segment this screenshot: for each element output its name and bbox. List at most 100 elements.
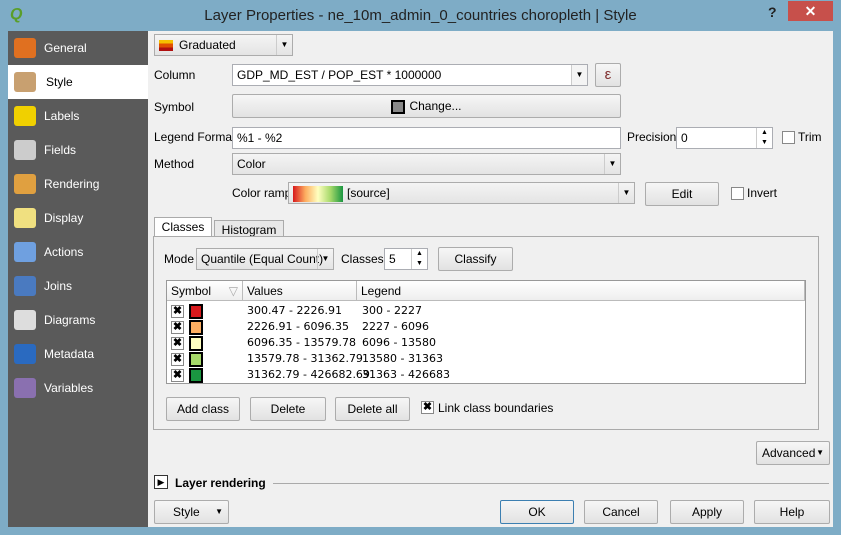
color-ramp-value: [source] <box>347 186 390 200</box>
sidebar: General Style Labels Fields Rendering Display… <box>8 31 148 527</box>
table-row[interactable]: ✖ 6096.35 - 13579.78 6096 - 13580 <box>167 335 805 351</box>
layer-rendering-header[interactable]: Layer rendering <box>175 473 266 493</box>
help-title-button[interactable]: ? <box>768 4 777 20</box>
class-visible-checkbox[interactable]: ✖ <box>171 321 184 334</box>
chevron-down-icon: ▼ <box>604 154 620 174</box>
sidebar-item-labels[interactable]: Labels <box>8 99 148 133</box>
change-symbol-button[interactable]: Change... <box>232 94 621 118</box>
method-value: Color <box>237 157 266 171</box>
header-symbol-label: Symbol <box>171 284 212 298</box>
header-values[interactable]: Values <box>243 281 357 301</box>
sidebar-item-style[interactable]: Style <box>8 65 148 99</box>
edit-ramp-button[interactable]: Edit <box>645 182 719 206</box>
sidebar-item-label: Metadata <box>44 347 95 361</box>
cancel-button[interactable]: Cancel <box>584 500 658 524</box>
add-class-button[interactable]: Add class <box>166 397 240 421</box>
class-color-swatch[interactable] <box>189 352 203 367</box>
paintbrush-icon <box>14 72 36 92</box>
sidebar-item-variables[interactable]: Variables <box>8 371 148 405</box>
classes-spinbox[interactable]: 5 ▲ ▼ <box>384 248 428 270</box>
chevron-down-icon: ▼ <box>571 65 587 85</box>
sidebar-item-label: General <box>44 41 87 55</box>
class-color-swatch[interactable] <box>189 368 203 383</box>
invert-label: Invert <box>747 186 778 200</box>
legend-format-input[interactable]: %1 - %2 <box>232 127 621 149</box>
classes-table: Symbol ▽ Values Legend ✖ 300.47 - 2226.91 3… <box>166 280 806 384</box>
column-label: Column <box>154 68 196 82</box>
precision-spinbox[interactable]: 0 ▲ ▼ <box>676 127 773 149</box>
class-values[interactable]: 6096.35 - 13579.78 <box>247 335 356 351</box>
class-visible-checkbox[interactable]: ✖ <box>171 353 184 366</box>
link-boundaries-checkbox[interactable]: ✖ <box>421 401 434 414</box>
mode-label: Mode <box>164 252 195 266</box>
class-legend[interactable]: 31363 - 426683 <box>362 367 450 383</box>
class-values[interactable]: 13579.78 - 31362.79 <box>247 351 363 367</box>
class-values[interactable]: 300.47 - 2226.91 <box>247 303 342 319</box>
header-legend[interactable]: Legend <box>357 281 805 301</box>
class-legend[interactable]: 300 - 2227 <box>362 303 422 319</box>
sidebar-item-joins[interactable]: Joins <box>8 269 148 303</box>
abc-label-icon <box>14 106 36 126</box>
graduated-icon <box>159 40 173 52</box>
renderer-select[interactable]: Graduated ▼ <box>154 34 293 56</box>
delete-all-button[interactable]: Delete all <box>335 397 410 421</box>
trim-label: Trim <box>798 130 822 144</box>
sidebar-item-actions[interactable]: Actions <box>8 235 148 269</box>
classify-button[interactable]: Classify <box>438 247 513 271</box>
chevron-down-icon: ▼ <box>276 35 292 55</box>
table-row[interactable]: ✖ 13579.78 - 31362.79 13580 - 31363 <box>167 351 805 367</box>
class-visible-checkbox[interactable]: ✖ <box>171 305 184 318</box>
spin-arrows-icon[interactable]: ▲ ▼ <box>756 128 772 148</box>
change-label: Change... <box>409 99 462 113</box>
mode-select[interactable]: Quantile (Equal Count) ▼ <box>196 248 334 270</box>
expression-button[interactable]: ε <box>595 63 621 87</box>
sidebar-item-diagrams[interactable]: Diagrams <box>8 303 148 337</box>
class-visible-checkbox[interactable]: ✖ <box>171 369 184 382</box>
trim-checkbox[interactable] <box>782 131 795 144</box>
style-menu-button[interactable]: Style ▼ <box>154 500 229 524</box>
class-visible-checkbox[interactable]: ✖ <box>171 337 184 350</box>
help-button[interactable]: Help <box>754 500 830 524</box>
expand-arrow-icon[interactable]: ▶ <box>154 475 168 489</box>
class-legend[interactable]: 13580 - 31363 <box>362 351 443 367</box>
sidebar-item-label: Actions <box>44 245 84 259</box>
sidebar-item-label: Display <box>44 211 84 225</box>
class-values[interactable]: 31362.79 - 426682.69 <box>247 367 370 383</box>
table-row[interactable]: ✖ 31362.79 - 426682.69 31363 - 426683 <box>167 367 805 383</box>
sidebar-item-general[interactable]: General <box>8 31 148 65</box>
sidebar-item-label: Fields <box>44 143 77 157</box>
column-select[interactable]: GDP_MD_EST / POP_EST * 1000000 ▼ <box>232 64 588 86</box>
window-title: Layer Properties - ne_10m_admin_0_countr… <box>204 7 637 24</box>
method-label: Method <box>154 157 195 171</box>
class-color-swatch[interactable] <box>189 320 203 335</box>
class-color-swatch[interactable] <box>189 304 203 319</box>
ok-button[interactable]: OK <box>500 500 574 524</box>
class-legend[interactable]: 2227 - 6096 <box>362 319 429 335</box>
classes-value: 5 <box>389 252 396 266</box>
delete-button[interactable]: Delete <box>250 397 326 421</box>
method-select[interactable]: Color ▼ <box>232 153 621 175</box>
info-icon <box>14 344 36 364</box>
epsilon-icon <box>14 378 36 398</box>
table-row[interactable]: ✖ 300.47 - 2226.91 300 - 2227 <box>167 303 805 319</box>
advanced-button[interactable]: Advanced ▼ <box>756 441 830 465</box>
class-values[interactable]: 2226.91 - 6096.35 <box>247 319 349 335</box>
color-ramp-select[interactable]: [source] ▼ <box>288 182 635 204</box>
header-symbol[interactable]: Symbol ▽ <box>167 281 243 301</box>
apply-button[interactable]: Apply <box>670 500 744 524</box>
table-row[interactable]: ✖ 2226.91 - 6096.35 2227 - 6096 <box>167 319 805 335</box>
chevron-down-icon: ▼ <box>618 183 634 203</box>
invert-checkbox[interactable] <box>731 187 744 200</box>
sidebar-item-display[interactable]: Display <box>8 201 148 235</box>
close-button[interactable]: ✕ <box>788 1 833 21</box>
class-color-swatch[interactable] <box>189 336 203 351</box>
color-ramp-preview <box>293 185 343 202</box>
spin-arrows-icon[interactable]: ▲ ▼ <box>411 249 427 269</box>
color-ramp-label: Color ramp <box>232 186 292 200</box>
sidebar-item-metadata[interactable]: Metadata <box>8 337 148 371</box>
sidebar-item-fields[interactable]: Fields <box>8 133 148 167</box>
class-legend[interactable]: 6096 - 13580 <box>362 335 436 351</box>
style-panel: Graduated ▼ Column GDP_MD_EST / POP_EST *… <box>148 31 833 527</box>
sidebar-item-rendering[interactable]: Rendering <box>8 167 148 201</box>
symbol-preview-icon <box>391 99 406 114</box>
